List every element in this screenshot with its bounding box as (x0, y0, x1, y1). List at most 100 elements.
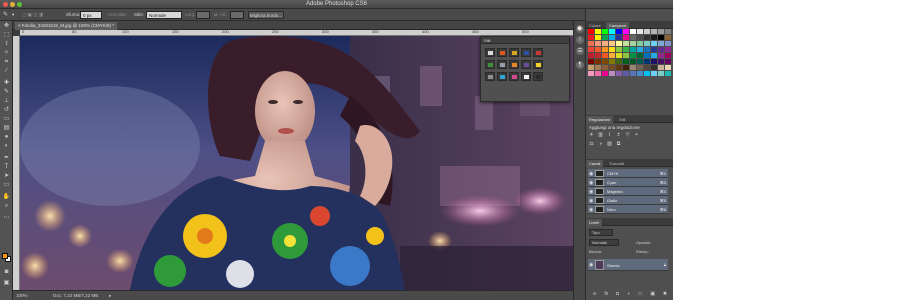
color-swatch[interactable] (595, 47, 601, 52)
color-swatch[interactable] (651, 35, 657, 40)
link-layers-icon[interactable]: ∞ (593, 291, 597, 298)
hand-tool-icon[interactable]: ✋ (2, 193, 11, 201)
color-swatch[interactable] (630, 35, 636, 40)
color-swatch[interactable] (623, 71, 629, 76)
gold-style-icon[interactable] (509, 48, 519, 57)
eraser-tool-icon[interactable]: ▭ (2, 115, 11, 123)
color-swatch[interactable] (588, 71, 594, 76)
color-swatch[interactable] (630, 41, 636, 46)
color-swatch[interactable] (602, 41, 608, 46)
color-swatch[interactable] (588, 35, 594, 40)
curves-icon[interactable]: ⌇ (606, 132, 613, 139)
color-swatch[interactable] (644, 59, 650, 64)
layer-style-icon[interactable]: fx (604, 291, 608, 298)
orange-style-icon[interactable] (509, 60, 519, 69)
color-swatch[interactable] (616, 41, 622, 46)
brightness-icon[interactable]: ☀ (588, 132, 595, 139)
color-swatch[interactable] (595, 65, 601, 70)
healing-brush-tool-icon[interactable]: ✚ (2, 79, 11, 87)
color-swatch[interactable] (623, 41, 629, 46)
new-layer-icon[interactable]: ▣ (650, 291, 655, 298)
color-swatch[interactable] (623, 53, 629, 58)
color-swatch[interactable] (651, 53, 657, 58)
color-swatch[interactable] (658, 53, 664, 58)
color-swatch[interactable] (616, 71, 622, 76)
yellow-style-icon[interactable] (533, 60, 543, 69)
color-swatch[interactable] (658, 41, 664, 46)
layer-row[interactable]: ◉ Sfondo 🔒︎ (588, 259, 668, 271)
info-panel-icon[interactable]: i (576, 36, 584, 44)
color-swatch[interactable] (665, 35, 671, 40)
grey-style-icon[interactable] (485, 72, 495, 81)
pink-style-icon[interactable] (509, 72, 519, 81)
channel-visibility-eye-icon[interactable]: ◉ (589, 198, 593, 204)
color-swatch[interactable] (637, 59, 643, 64)
lasso-tool-icon[interactable]: ℓ (2, 40, 11, 48)
crop-tool-icon[interactable]: ⌗ (2, 58, 11, 66)
color-swatch[interactable] (588, 47, 594, 52)
trash-icon[interactable]: ✖ (663, 291, 667, 298)
color-swatch[interactable] (616, 47, 622, 52)
color-swatch[interactable] (602, 47, 608, 52)
pen-tool-icon[interactable]: ✒ (2, 154, 11, 162)
color-swatch[interactable] (609, 65, 615, 70)
channel-visibility-eye-icon[interactable]: ◉ (589, 171, 593, 177)
color-swatch[interactable] (637, 35, 643, 40)
color-swatch[interactable] (665, 53, 671, 58)
color-swatch[interactable] (630, 71, 636, 76)
style-select[interactable]: Normale (146, 11, 182, 19)
new-group-icon[interactable]: ▭ (638, 291, 643, 298)
color-swatch[interactable] (665, 41, 671, 46)
tab-canali[interactable]: Canali (586, 160, 604, 167)
channel-row[interactable]: ◉ Nero ⌘6 (588, 205, 668, 214)
color-swatch[interactable] (616, 65, 622, 70)
color-swatch[interactable] (637, 71, 643, 76)
color-swatch[interactable] (588, 41, 594, 46)
dodge-tool-icon[interactable]: ◐ (2, 142, 11, 150)
color-swatch[interactable] (595, 59, 601, 64)
cyan-style-icon[interactable] (497, 72, 507, 81)
chrome-style-icon[interactable] (497, 60, 507, 69)
color-swatch[interactable] (588, 53, 594, 58)
levels-icon[interactable]: ▥ (597, 132, 604, 139)
channel-row[interactable]: ◉ Cyan ⌘3 (588, 178, 668, 187)
feather-input[interactable]: 0 px (80, 11, 102, 19)
new-adjustment-icon[interactable]: ◑ (627, 291, 630, 298)
color-swatch[interactable] (595, 53, 601, 58)
tab-tracciati[interactable]: Tracciati (606, 160, 627, 167)
properties-panel-icon[interactable]: ☰ (576, 47, 584, 55)
refine-edge-button[interactable]: Migliora bordo... (248, 11, 284, 19)
color-swatch[interactable] (637, 65, 643, 70)
color-swatch[interactable] (658, 59, 664, 64)
color-swatch[interactable] (602, 65, 608, 70)
color-swatch[interactable] (595, 71, 601, 76)
history-panel-icon[interactable]: ⌚ (576, 25, 584, 33)
add-mask-icon[interactable]: ◘ (616, 291, 619, 298)
color-swatch[interactable] (644, 41, 650, 46)
color-swatch[interactable] (623, 59, 629, 64)
color-swatch[interactable] (623, 65, 629, 70)
eyedropper-tool-icon[interactable]: ⁄ (2, 67, 11, 75)
color-swatch[interactable] (616, 35, 622, 40)
color-swatch[interactable] (623, 35, 629, 40)
color-swatch[interactable] (644, 71, 650, 76)
color-swatch[interactable] (616, 53, 622, 58)
color-swatch[interactable] (658, 71, 664, 76)
quick-mask-icon[interactable]: ◙ (2, 268, 11, 276)
blend-mode-select[interactable]: Normale (589, 239, 619, 246)
color-swatch[interactable] (609, 41, 615, 46)
tab-campioni[interactable]: Campioni (606, 22, 629, 29)
tool-preset-picker[interactable]: ▾ (12, 11, 14, 19)
color-swatch[interactable] (644, 53, 650, 58)
channel-row[interactable]: ◉ CMYK ⌘2 (588, 169, 668, 178)
color-swatch[interactable] (609, 35, 615, 40)
paragraph-panel-icon[interactable]: ¶ (576, 61, 584, 69)
zoom-tool-icon[interactable]: ⌕ (2, 202, 11, 210)
tab-colore[interactable]: Colore (586, 22, 604, 29)
clone-stamp-tool-icon[interactable]: ⊥ (2, 97, 11, 105)
channel-visibility-eye-icon[interactable]: ◉ (589, 189, 593, 195)
color-swatch[interactable] (588, 29, 594, 34)
color-swatch[interactable] (658, 47, 664, 52)
quick-selection-tool-icon[interactable]: ✧ (2, 49, 11, 57)
layer-kind-filter[interactable]: Tipo (589, 229, 613, 236)
